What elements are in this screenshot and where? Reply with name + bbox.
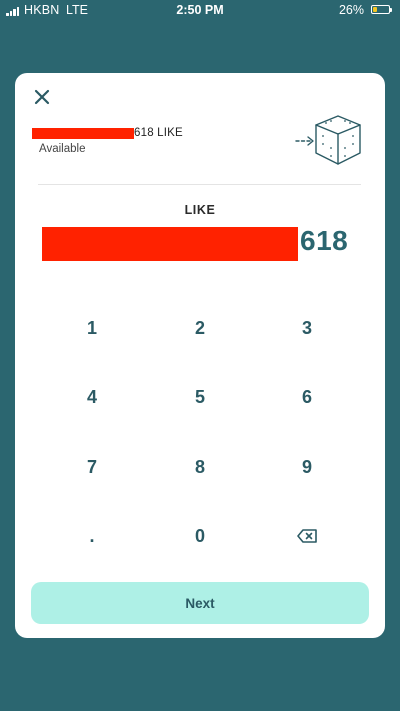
battery-icon: [371, 5, 393, 15]
key-9[interactable]: 9: [255, 442, 359, 492]
key-3[interactable]: 3: [255, 303, 359, 353]
close-button[interactable]: [31, 86, 53, 108]
next-button[interactable]: Next: [31, 582, 369, 624]
divider: [38, 184, 361, 185]
send-amount-card: 618 LIKE Available LIKE 618 1 2 3 4 5 6 …: [15, 73, 385, 638]
redacted-balance-prefix: [32, 128, 134, 139]
key-8[interactable]: 8: [148, 442, 252, 492]
key-5[interactable]: 5: [148, 372, 252, 422]
close-icon: [34, 89, 50, 105]
balance-value: 618 LIKE: [134, 127, 183, 139]
key-decimal[interactable]: .: [40, 511, 144, 561]
backspace-button[interactable]: [255, 511, 359, 561]
battery-percent: 26%: [338, 3, 364, 17]
available-label: Available: [39, 143, 86, 155]
status-bar: HKBN LTE 2:50 PM 26%: [0, 0, 400, 22]
key-6[interactable]: 6: [255, 372, 359, 422]
currency-label: LIKE: [184, 203, 216, 217]
key-2[interactable]: 2: [148, 303, 252, 353]
key-0[interactable]: 0: [148, 511, 252, 561]
key-7[interactable]: 7: [40, 442, 144, 492]
box-transfer-icon: [295, 115, 361, 165]
backspace-icon: [297, 529, 317, 543]
key-4[interactable]: 4: [40, 372, 144, 422]
redacted-amount-prefix: [42, 227, 298, 261]
key-1[interactable]: 1: [40, 303, 144, 353]
amount-value: 618: [300, 225, 349, 256]
battery-level-fill: [373, 7, 377, 12]
